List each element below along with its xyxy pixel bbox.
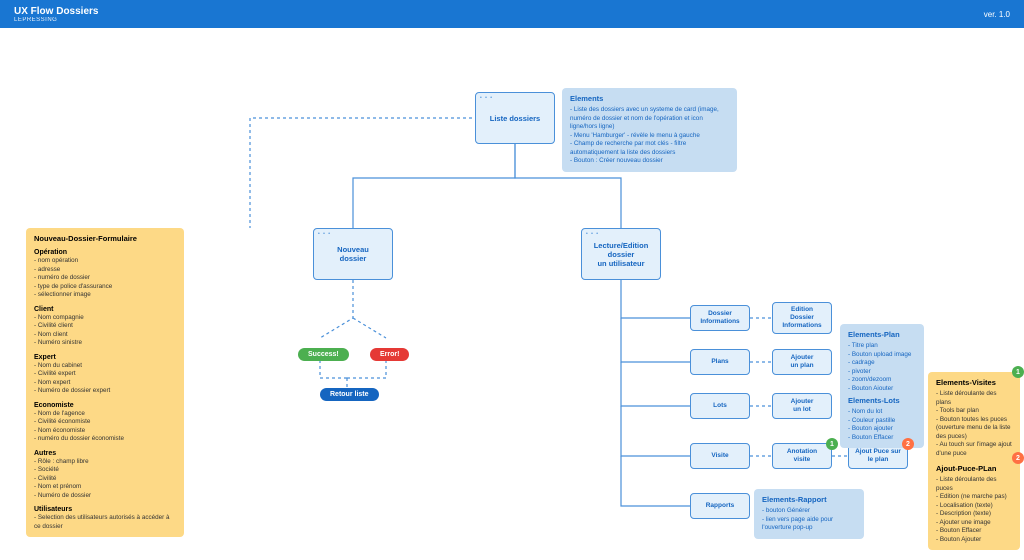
list-elements-rapport: bouton Générerlien vers page aide pour l…	[762, 507, 856, 533]
node-label: EditionDossierInformations	[778, 304, 825, 331]
node-label: Liste dossiers	[486, 112, 544, 125]
node-edition-dossier-informations[interactable]: EditionDossierInformations	[772, 302, 832, 334]
node-label: Anotationvisite	[783, 446, 821, 466]
pill-error: Error!	[370, 348, 409, 361]
node-label: Ajout Puce surle plan	[851, 446, 905, 466]
panel-title: Nouveau-Dossier-Formulaire	[34, 234, 176, 243]
badge-2-orange: 2	[902, 438, 914, 450]
version-label: ver. 1.0	[984, 6, 1010, 19]
section-utilisateurs: Utilisateurs	[34, 506, 176, 513]
panel-nouveau-dossier-formulaire: Nouveau-Dossier-Formulaire Opération nom…	[26, 228, 184, 537]
node-label: Plans	[707, 356, 732, 368]
pill-retour-liste[interactable]: Retour liste	[320, 388, 379, 401]
list-ajout-puce-plan: Liste déroulante des pucesEdition (ne ma…	[936, 476, 1012, 544]
node-label: Rapports	[702, 500, 739, 512]
header-left: UX Flow Dossiers LEPRESSING	[14, 6, 98, 23]
list-elements-visites: Liste déroulante des plansTools bar plan…	[936, 390, 1012, 458]
badge-2-orange-right: 2	[1012, 452, 1024, 464]
panel-elements-rapport: Elements-Rapport bouton Générerlien vers…	[754, 489, 864, 539]
node-dossier-informations[interactable]: DossierInformations	[690, 305, 750, 331]
node-visite[interactable]: Visite	[690, 443, 750, 469]
node-label: Ajouterun plan	[786, 352, 817, 372]
header-bar: UX Flow Dossiers LEPRESSING ver. 1.0	[0, 0, 1024, 28]
app-title: UX Flow Dossiers	[14, 6, 98, 17]
panel-title: Elements-Rapport	[762, 495, 856, 504]
section-client: Client	[34, 306, 176, 313]
node-lots[interactable]: Lots	[690, 393, 750, 419]
node-plans[interactable]: Plans	[690, 349, 750, 375]
app-subtitle: LEPRESSING	[14, 17, 98, 23]
panel-title: Elements	[570, 94, 729, 103]
node-label: Ajouterun lot	[787, 396, 818, 416]
section-autres: Autres	[34, 450, 176, 457]
node-rapports[interactable]: Rapports	[690, 493, 750, 519]
list-expert: Nom du cabinetCivilité expertNom expertN…	[34, 362, 176, 396]
drag-dots-icon: • • •	[318, 231, 331, 237]
pill-success: Success!	[298, 348, 349, 361]
section-operation: Opération	[34, 249, 176, 256]
list-client: Nom compagnieCivilité clientNom clientNu…	[34, 314, 176, 348]
drag-dots-icon: • • •	[586, 231, 599, 237]
drag-dots-icon: • • •	[480, 95, 493, 101]
list-utilisateurs: Selection des utilisateurs autorisés à a…	[34, 514, 176, 531]
section-economiste: Economiste	[34, 402, 176, 409]
node-ajouter-plan[interactable]: Ajouterun plan	[772, 349, 832, 375]
node-nouveau-dossier[interactable]: • • • Nouveaudossier	[313, 228, 393, 280]
list-economiste: Nom de l'agenceCivilité économisteNom éc…	[34, 410, 176, 444]
node-liste-dossiers[interactable]: • • • Liste dossiers	[475, 92, 555, 144]
node-label: Lecture/Editiondossierun utilisateur	[590, 239, 653, 270]
panel-elements-visites: Elements-Visites Liste déroulante des pl…	[928, 372, 1020, 464]
node-label: Lots	[709, 400, 731, 412]
panel-ajout-puce-plan: Ajout-Puce-PLan Liste déroulante des puc…	[928, 458, 1020, 550]
list-elements: Liste des dossiers avec un systeme de ca…	[570, 106, 729, 166]
list-elements-lots: Nom du lotCouleur pastilleBouton ajouter…	[848, 408, 916, 442]
node-ajouter-lot[interactable]: Ajouterun lot	[772, 393, 832, 419]
panel-title: Elements-Plan	[848, 330, 916, 339]
list-autres: Rôle : champ libreSociétéCivilitéNom et …	[34, 458, 176, 501]
badge-1-green: 1	[826, 438, 838, 450]
panel-elements: Elements Liste des dossiers avec un syst…	[562, 88, 737, 172]
panel-title: Ajout-Puce-PLan	[936, 464, 1012, 473]
node-annotation-visite[interactable]: Anotationvisite	[772, 443, 832, 469]
node-label: DossierInformations	[696, 308, 743, 328]
panel-title: Elements-Visites	[936, 378, 1012, 387]
panel-title: Elements-Lots	[848, 396, 916, 405]
section-expert: Expert	[34, 354, 176, 361]
node-label: Visite	[707, 450, 732, 462]
list-operation: nom opération adresse numéro de dossier …	[34, 257, 176, 300]
node-lecture-edition[interactable]: • • • Lecture/Editiondossierun utilisate…	[581, 228, 661, 280]
badge-1-green-right: 1	[1012, 366, 1024, 378]
node-label: Nouveaudossier	[333, 243, 373, 265]
flow-canvas: Nouveau-Dossier-Formulaire Opération nom…	[0, 28, 1024, 560]
